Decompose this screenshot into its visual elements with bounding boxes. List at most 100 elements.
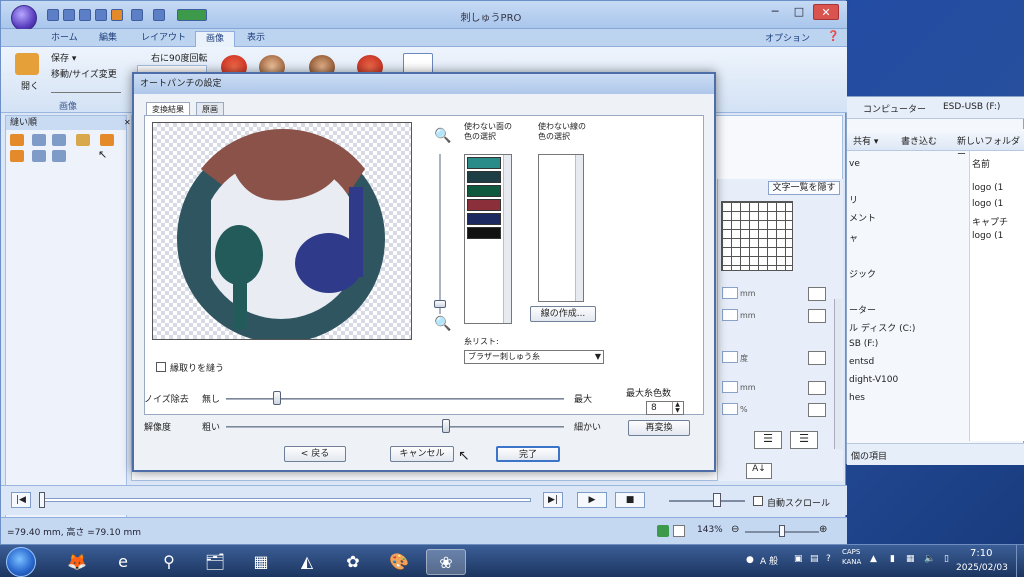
face-list-scrollbar[interactable]	[503, 155, 511, 323]
file-explorer-icon[interactable]: 🗂	[200, 549, 230, 575]
lock-ratio-icon[interactable]	[808, 287, 826, 301]
file-item[interactable]: logo (1	[972, 183, 1003, 193]
lock-ratio-icon[interactable]	[808, 309, 826, 323]
rotate-right-button[interactable]: 右に90度回転	[151, 51, 207, 64]
panel-close-icon[interactable]: ✕	[124, 118, 131, 127]
settings-icon[interactable]	[111, 9, 123, 21]
tab-conversion-result[interactable]: 変換結果	[146, 102, 190, 116]
cancel-button[interactable]: キャンセル	[390, 446, 454, 462]
color-swatch-3[interactable]	[467, 185, 501, 197]
ime-dictionary-icon[interactable]: ▤	[810, 554, 819, 564]
group-icon[interactable]	[76, 134, 90, 146]
line-list-scrollbar[interactable]	[575, 155, 583, 301]
thread-list-select[interactable]: ブラザー刺しゅう糸 ▼	[464, 350, 604, 364]
breadcrumb-computer[interactable]: コンピューター	[863, 102, 926, 115]
open-icon[interactable]	[63, 9, 75, 21]
tab-original-image[interactable]: 原画	[196, 102, 224, 116]
align-right-icon[interactable]: ☰	[790, 431, 818, 449]
zoom-slider-thumb[interactable]	[434, 300, 446, 308]
prop-field-1[interactable]	[722, 287, 738, 299]
close-button[interactable]: ✕	[813, 4, 839, 20]
resize-image-button[interactable]: 移動/サイズ変更	[51, 67, 117, 80]
max-colors-spinner[interactable]: ▲ ▼	[672, 402, 682, 414]
simulator-progress-thumb[interactable]	[39, 492, 45, 508]
app-launcher-icon[interactable]: ▦	[246, 549, 276, 575]
help-tray-icon[interactable]: ?	[826, 554, 831, 564]
show-desktop-button[interactable]	[1016, 545, 1024, 577]
preview-zoom-slider[interactable]	[434, 154, 446, 314]
language-icon[interactable]: ●	[746, 555, 754, 565]
prop-field-3[interactable]	[722, 351, 738, 363]
burn-button[interactable]: 書き込む	[901, 134, 937, 147]
usb-eject-icon[interactable]: ▮	[890, 554, 895, 564]
unused-line-color-list[interactable]	[538, 154, 584, 302]
image-transparency-slider[interactable]	[51, 83, 121, 93]
sew-outline-checkbox[interactable]	[156, 362, 166, 372]
finish-button[interactable]: 完了	[496, 446, 560, 462]
redo-icon[interactable]	[131, 9, 143, 21]
design-app-icon[interactable]: ◭	[292, 549, 322, 575]
move-up-icon[interactable]	[32, 134, 46, 146]
stop-button[interactable]: ■	[615, 492, 645, 508]
nav-item[interactable]: ーター	[849, 303, 876, 316]
ungroup-icon[interactable]	[100, 134, 114, 146]
firefox-icon[interactable]: 🦊	[62, 549, 92, 575]
breadcrumb-drive[interactable]: ESD-USB (F:)	[943, 102, 1000, 112]
volume-icon[interactable]: 🔈	[924, 554, 935, 564]
cursor-icon[interactable]: ↖	[98, 148, 107, 161]
save-image-button[interactable]: 保存 ▾	[51, 51, 76, 64]
zoom-in-order-icon[interactable]	[32, 150, 46, 162]
tab-edit[interactable]: 編集	[89, 31, 127, 47]
power-icon[interactable]: ▯	[944, 554, 949, 564]
color-swatch-2[interactable]	[467, 171, 501, 183]
show-hidden-icons[interactable]: ▲	[870, 554, 877, 564]
stitch-app-icon[interactable]: ✿	[338, 549, 368, 575]
prop-field-2[interactable]	[722, 309, 738, 321]
rotate-reset-icon[interactable]	[808, 351, 826, 365]
help-icon[interactable]: ❓	[827, 31, 839, 42]
embroidery-app-taskbar-icon[interactable]: ❀	[426, 549, 466, 575]
clock-time[interactable]: 7:10	[970, 548, 992, 559]
back-button[interactable]: < 戻る	[284, 446, 346, 462]
save-icon[interactable]	[79, 9, 91, 21]
tab-image[interactable]: 画像	[195, 31, 236, 47]
column-header-name[interactable]: 名前	[972, 157, 990, 170]
nav-item-local-disk[interactable]: ル ディスク (C:)	[849, 321, 915, 334]
start-button-icon[interactable]	[6, 547, 36, 577]
transfer-icon[interactable]	[177, 9, 207, 21]
create-line-button[interactable]: 線の作成...	[530, 306, 596, 322]
minimize-button[interactable]: ─	[765, 4, 785, 20]
lock-ratio-icon[interactable]	[808, 381, 826, 395]
tab-view[interactable]: 表示	[237, 31, 275, 47]
color-swatch-5[interactable]	[467, 213, 501, 225]
nav-item[interactable]: リ	[849, 193, 858, 206]
noise-slider-thumb[interactable]	[272, 391, 281, 405]
speed-slider-thumb[interactable]	[713, 493, 721, 507]
maximize-button[interactable]: □	[789, 4, 809, 20]
props-scrollbar[interactable]	[834, 299, 842, 449]
unused-face-color-list[interactable]	[464, 154, 512, 324]
color-swatch-1[interactable]	[467, 157, 501, 169]
zoom-out-icon[interactable]: 🔍	[434, 316, 451, 332]
speed-slider-track[interactable]	[669, 500, 745, 502]
nav-item[interactable]: ve	[849, 159, 860, 169]
rewind-button[interactable]: |◀	[11, 492, 31, 508]
ime-indicator[interactable]: A 般	[760, 554, 778, 567]
zoom-out-order-icon[interactable]	[52, 150, 66, 162]
zoom-in-icon[interactable]: ⊕	[819, 524, 827, 535]
print-icon[interactable]	[153, 9, 165, 21]
paint-icon[interactable]: 🎨	[384, 549, 414, 575]
network-icon[interactable]: ▦	[906, 554, 915, 564]
search-tool-icon[interactable]: ⚲	[154, 549, 184, 575]
nav-item[interactable]: entsd	[849, 357, 874, 367]
resolution-slider-thumb[interactable]	[441, 419, 450, 433]
hide-text-list-button[interactable]: 文字一覧を隠す	[768, 181, 840, 195]
zoom-out-icon[interactable]: ⊖	[731, 524, 739, 535]
prop-field-4[interactable]	[722, 381, 738, 393]
move-down-icon[interactable]	[52, 134, 66, 146]
nav-item-usb[interactable]: SB (F:)	[849, 339, 878, 349]
page-icon[interactable]	[673, 525, 685, 537]
step-end-button[interactable]: ▶|	[543, 492, 563, 508]
refresh-icon[interactable]	[657, 525, 669, 537]
share-button[interactable]: 共有 ▾	[853, 134, 878, 147]
